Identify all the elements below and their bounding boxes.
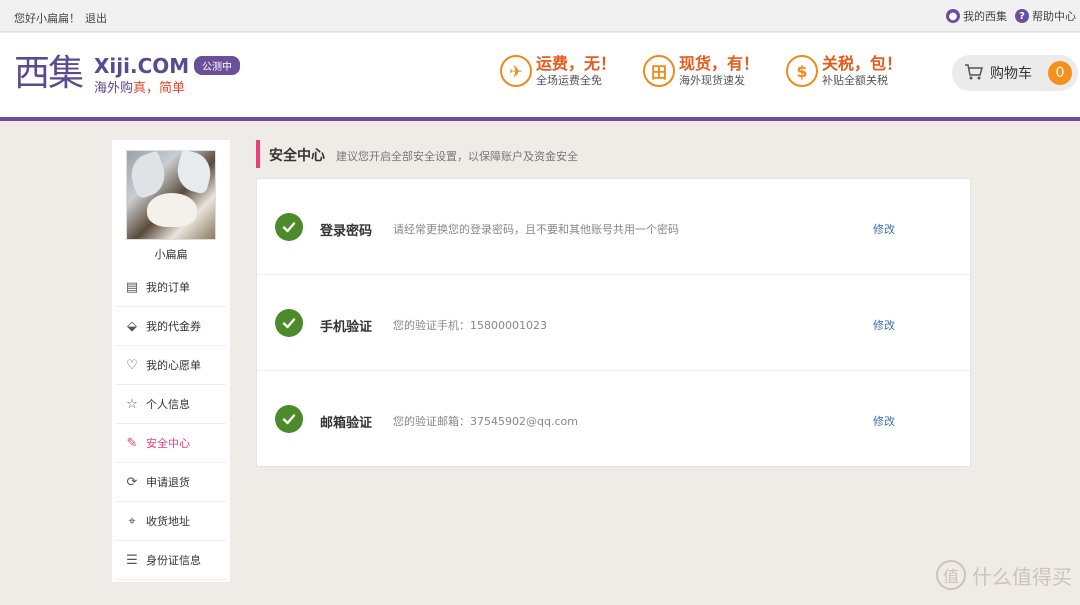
cart-button[interactable]: 购物车 0 <box>952 55 1078 91</box>
sidebar-item-orders[interactable]: ▤ 我的订单 <box>116 268 226 307</box>
sidebar-item-address[interactable]: ⌖ 收货地址 <box>116 502 226 541</box>
greeting-text: 您好小扁扁！ <box>14 12 80 25</box>
money-icon: $ <box>786 55 818 87</box>
check-icon <box>275 405 303 433</box>
sidebar-item-label: 身份证信息 <box>146 554 201 567</box>
security-row-email: 邮箱验证 您的验证邮箱：37545902@qq.com 修改 <box>257 371 970 467</box>
help-center-link[interactable]: ? 帮助中心 <box>1015 8 1076 24</box>
sidebar-item-label: 我的心愿单 <box>146 359 201 372</box>
coupon-icon: ⬙ <box>127 318 137 334</box>
sidebar-item-label: 收货地址 <box>146 515 190 528</box>
avatar-wing-left <box>125 150 171 200</box>
row-title: 手机验证 <box>320 320 373 335</box>
cart-count-badge: 0 <box>1048 61 1072 85</box>
avatar-wing-right <box>172 149 216 195</box>
top-bar: 您好小扁扁！ 退出 ● 我的西集 ? 帮助中心 <box>0 0 1080 32</box>
help-center-label: 帮助中心 <box>1032 10 1076 23</box>
promo-title: 运费，无！ <box>536 54 617 73</box>
header-divider <box>0 117 1080 121</box>
watermark-icon: 值 <box>936 560 966 590</box>
page-title: 安全中心 <box>269 148 325 164</box>
sidebar-menu: ▤ 我的订单 ⬙ 我的代金券 ♡ 我的心愿单 ☆ 个人信息 ✎ 安全中心 ⟳ 申… <box>112 268 230 580</box>
sidebar-item-coupons[interactable]: ⬙ 我的代金券 <box>116 307 226 346</box>
site-logo-text[interactable]: Xiji.COM <box>94 54 189 78</box>
order-icon: ▤ <box>125 279 139 295</box>
watermark-text: 什么值得买 <box>972 564 1072 589</box>
slogan-part-c: ，简单 <box>146 81 186 96</box>
site-slogan: 海外购真，简单 <box>94 77 185 96</box>
sidebar-item-label: 申请退货 <box>146 476 190 489</box>
plane-icon: ✈ <box>500 55 532 87</box>
watermark: 值 什么值得买 <box>936 560 1072 590</box>
promo-subtitle: 全场运费全免 <box>536 74 602 87</box>
account-sidebar: 小扁扁 ▤ 我的订单 ⬙ 我的代金券 ♡ 我的心愿单 ☆ 个人信息 ✎ 安全中心… <box>112 140 230 582</box>
row-description: 您的验证邮箱：37545902@qq.com <box>393 415 578 428</box>
promo-tax-covered: $ 关税，包！ 补贴全额关税 <box>786 54 902 88</box>
page-tip: 建议您开启全部安全设置，以保障账户及资金安全 <box>336 150 578 163</box>
user-icon: ● <box>946 9 960 23</box>
sidebar-item-label: 安全中心 <box>146 437 190 450</box>
star-icon: ☆ <box>126 396 138 412</box>
edit-phone-link[interactable]: 修改 <box>873 317 895 333</box>
row-title: 登录密码 <box>320 224 373 239</box>
sidebar-item-returns[interactable]: ⟳ 申请退货 <box>116 463 226 502</box>
title-accent-bar <box>256 140 260 168</box>
security-row-password: 登录密码 请经常更换您的登录密码，且不要和其他账号共用一个密码 修改 <box>257 179 970 275</box>
row-title: 邮箱验证 <box>320 416 373 431</box>
gift-icon: 田 <box>643 55 675 87</box>
check-icon <box>275 309 303 337</box>
sidebar-item-label: 个人信息 <box>146 398 190 411</box>
sidebar-item-id-card[interactable]: ☰ 身份证信息 <box>116 541 226 580</box>
sidebar-item-label: 我的订单 <box>146 281 190 294</box>
slogan-part-a: 海外购 <box>94 81 134 96</box>
help-icon: ? <box>1015 9 1029 23</box>
promo-in-stock: 田 现货，有！ 海外现货速发 <box>643 54 759 88</box>
security-panel: 登录密码 请经常更换您的登录密码，且不要和其他账号共用一个密码 修改 手机验证 … <box>256 178 971 467</box>
security-row-phone: 手机验证 您的验证手机：15800001023 修改 <box>257 275 970 371</box>
site-logo-mark[interactable]: 西集 <box>14 54 84 94</box>
row-description: 请经常更换您的登录密码，且不要和其他账号共用一个密码 <box>393 223 679 236</box>
check-icon <box>275 213 303 241</box>
heart-icon: ♡ <box>126 357 138 373</box>
promo-title: 关税，包！ <box>822 54 903 73</box>
my-xiji-link[interactable]: ● 我的西集 <box>946 8 1007 24</box>
promo-title: 现货，有！ <box>679 54 760 73</box>
location-icon: ⌖ <box>128 513 136 529</box>
edit-password-link[interactable]: 修改 <box>873 221 895 237</box>
promo-subtitle: 海外现货速发 <box>679 74 745 87</box>
edit-email-link[interactable]: 修改 <box>873 413 895 429</box>
return-icon: ⟳ <box>126 474 138 490</box>
cart-icon <box>964 63 984 84</box>
logout-link[interactable]: 退出 <box>85 10 107 26</box>
avatar[interactable] <box>125 149 216 240</box>
top-right-links: ● 我的西集 ? 帮助中心 <box>946 8 1076 24</box>
username: 小扁扁 <box>154 248 188 261</box>
my-xiji-label: 我的西集 <box>963 10 1007 23</box>
id-card-icon: ☰ <box>126 552 138 568</box>
avatar-puppy <box>147 193 197 227</box>
slogan-part-b: 真 <box>133 81 147 96</box>
beta-badge: 公测中 <box>194 56 240 75</box>
promo-free-shipping: ✈ 运费，无！ 全场运费全免 <box>500 54 616 88</box>
promo-subtitle: 补贴全额关税 <box>822 74 888 87</box>
cart-label: 购物车 <box>990 66 1032 82</box>
sidebar-item-security[interactable]: ✎ 安全中心 <box>116 424 226 463</box>
sidebar-item-label: 我的代金券 <box>146 320 201 333</box>
sidebar-item-profile[interactable]: ☆ 个人信息 <box>116 385 226 424</box>
sidebar-item-wishlist[interactable]: ♡ 我的心愿单 <box>116 346 226 385</box>
row-description: 您的验证手机：15800001023 <box>393 319 547 332</box>
edit-icon: ✎ <box>126 435 138 451</box>
